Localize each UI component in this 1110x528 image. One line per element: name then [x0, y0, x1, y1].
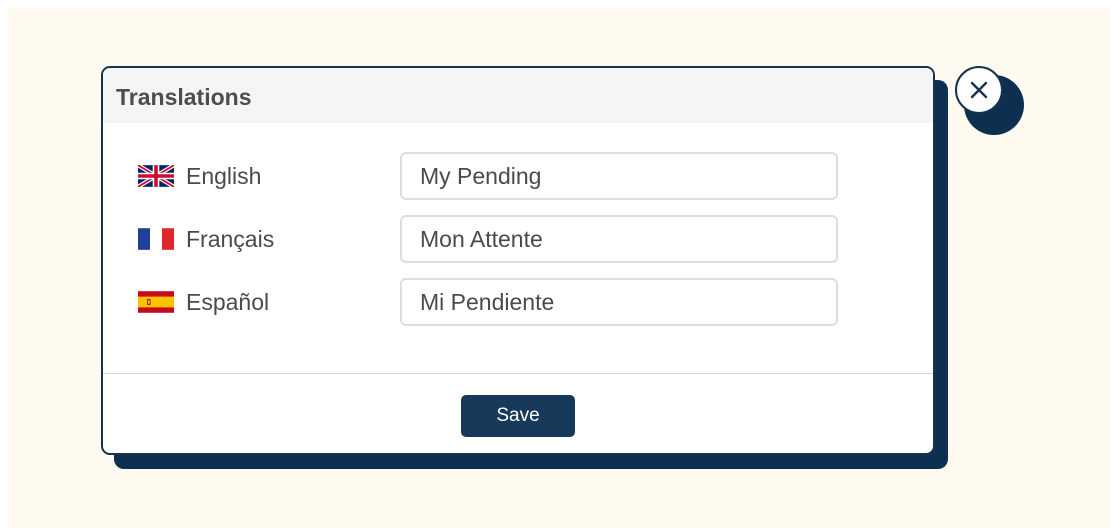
spanish-translation-input[interactable] — [400, 278, 838, 326]
close-button[interactable] — [955, 66, 1003, 114]
save-button[interactable]: Save — [461, 395, 575, 437]
language-label-spanish: Español — [138, 278, 269, 326]
translation-row-english: English — [103, 152, 933, 200]
language-name: Français — [186, 225, 275, 252]
translation-row-french: Français — [103, 215, 933, 263]
uk-flag-icon — [138, 165, 174, 187]
language-label-french: Français — [138, 215, 274, 263]
english-translation-input[interactable] — [400, 152, 838, 200]
language-name: English — [186, 162, 262, 189]
footer-divider — [103, 373, 933, 374]
spain-flag-icon — [138, 291, 174, 313]
translation-row-spanish: Español — [103, 278, 933, 326]
close-icon — [970, 81, 988, 99]
french-translation-input[interactable] — [400, 215, 838, 263]
translations-dialog: Translations English My Pending Français… — [101, 66, 935, 455]
language-label-english: English — [138, 152, 261, 200]
translation-list: English Français — [103, 123, 933, 373]
france-flag-icon — [138, 228, 174, 250]
language-name: Español — [186, 288, 270, 315]
dialog-title: Translations — [116, 83, 252, 110]
dialog-header: Translations — [103, 68, 933, 123]
